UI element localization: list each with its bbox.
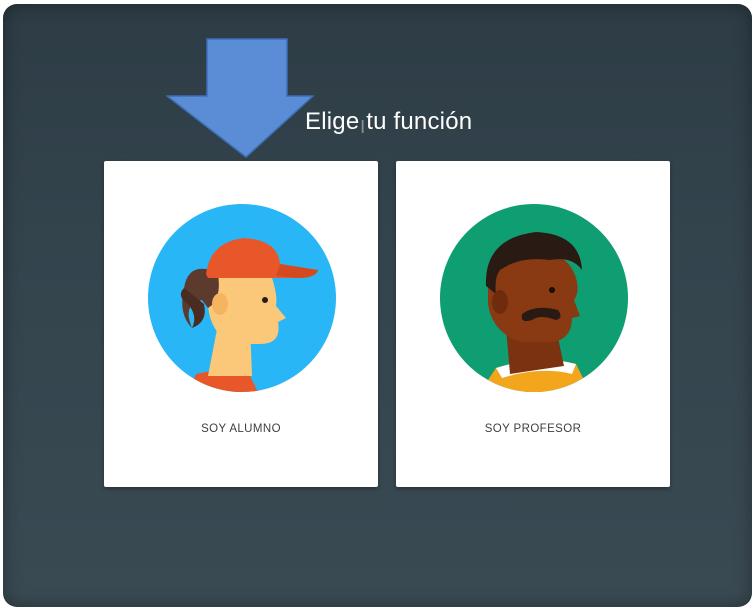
- teacher-avatar-icon: [440, 204, 628, 392]
- page-title: Elige tu función: [305, 108, 473, 135]
- teacher-role-card[interactable]: SOY PROFESOR: [396, 161, 670, 487]
- text-cursor-icon: I: [360, 117, 366, 138]
- student-avatar-icon: [148, 204, 336, 392]
- student-role-card[interactable]: SOY ALUMNO: [104, 161, 378, 487]
- role-selection-dialog: Elige tu función I SOY ALUMNO SOY PROFES…: [3, 4, 752, 607]
- arrow-down-icon: [166, 38, 314, 158]
- teacher-role-label: SOY PROFESOR: [484, 423, 582, 435]
- student-role-label: SOY ALUMNO: [201, 423, 281, 435]
